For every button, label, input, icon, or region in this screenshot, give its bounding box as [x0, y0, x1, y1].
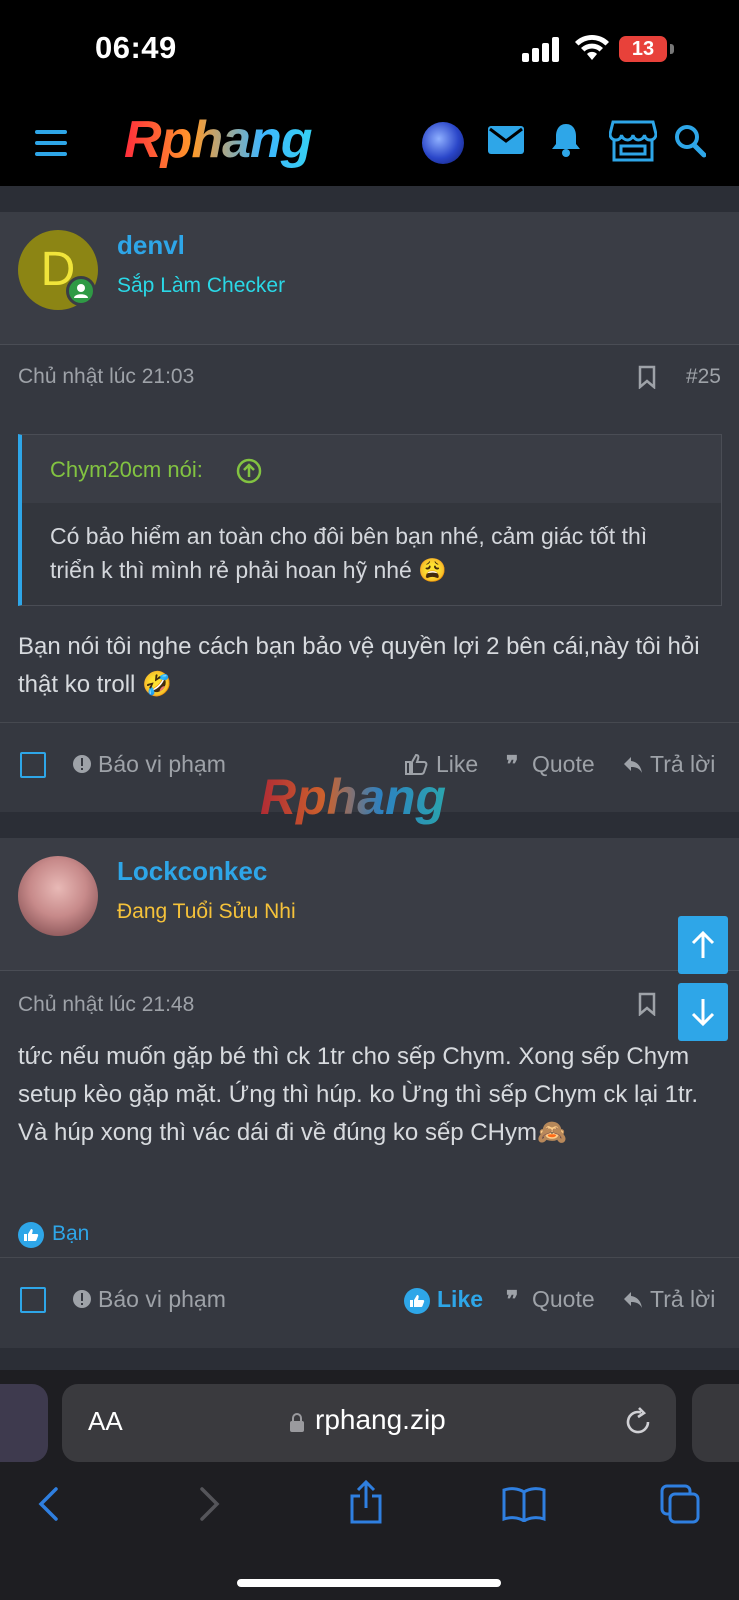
post-body: Bạn nói tôi nghe cách bạn bảo vệ quyền l… [18, 633, 700, 698]
previous-tab[interactable] [0, 1384, 48, 1462]
forward-icon[interactable] [196, 1486, 222, 1522]
reaction-users[interactable]: Bạn [52, 1222, 89, 1246]
quote-header: Chym20cm nói: [22, 435, 721, 503]
lock-icon [290, 1413, 304, 1432]
site-navbar: Rphang [0, 100, 739, 186]
post-header: Lockconkec Đang Tuổi Sửu Nhi [0, 838, 739, 971]
post-number[interactable]: #25 [686, 365, 721, 389]
thumbs-up-icon [18, 1222, 44, 1248]
select-checkbox[interactable] [20, 752, 46, 778]
user-title: Đang Tuổi Sửu Nhi [117, 900, 296, 923]
arrow-down-icon [691, 999, 715, 1027]
post-header: D denvl Sắp Làm Checker [0, 212, 739, 345]
battery-icon: 13 [619, 36, 667, 62]
alert-icon [73, 1290, 91, 1308]
mail-icon[interactable] [488, 126, 524, 154]
like-button[interactable]: Like [437, 1286, 483, 1313]
reply-button[interactable]: Trả lời [650, 751, 715, 778]
arrow-up-circle-icon[interactable] [236, 458, 262, 484]
online-status-icon [66, 276, 96, 306]
avatar[interactable] [18, 856, 98, 936]
user-title: Sắp Làm Checker [117, 274, 286, 297]
watermark-logo: Rphang [260, 769, 447, 825]
scroll-up-button[interactable] [678, 916, 728, 974]
bookmark-icon[interactable] [638, 365, 656, 389]
wifi-icon [575, 34, 609, 60]
reply-icon [624, 1292, 642, 1308]
post-body: tức nếu muốn gặp bé thì ck 1tr cho sếp C… [18, 1043, 699, 1146]
quote-text: Có bảo hiểm an toàn cho đôi bên bạn nhé,… [50, 523, 648, 583]
bookmark-icon[interactable] [638, 992, 656, 1016]
quote-button[interactable]: Quote [532, 751, 595, 778]
quote-icon: ❞ [506, 1286, 519, 1312]
url-text[interactable]: rphang.zip [315, 1404, 446, 1436]
text-size-button[interactable]: AA [88, 1406, 123, 1437]
quote-block: Chym20cm nói: Có bảo hiểm an toàn cho đô… [18, 434, 722, 606]
user-avatar[interactable] [422, 122, 464, 164]
search-icon[interactable] [674, 124, 706, 158]
report-button[interactable]: Báo vi phạm [98, 1286, 226, 1313]
arrow-up-icon [691, 930, 715, 958]
status-bar: 06:49 13 [0, 0, 739, 100]
alert-icon [73, 755, 91, 773]
browser-toolbar: AA rphang.zip [0, 1370, 739, 1600]
post-timestamp[interactable]: Chủ nhật lúc 21:03 [18, 365, 194, 389]
site-logo[interactable]: Rphang [124, 110, 354, 170]
back-icon[interactable] [36, 1486, 62, 1522]
battery-level: 13 [631, 38, 655, 60]
status-time: 06:49 [95, 30, 177, 65]
quote-author[interactable]: Chym20cm nói: [50, 457, 203, 483]
post-actions: Báo vi phạm Like ❞ Quote Trả lời [0, 1257, 739, 1344]
battery-cap [670, 44, 674, 54]
report-button[interactable]: Báo vi phạm [98, 751, 226, 778]
reload-icon[interactable] [622, 1406, 654, 1438]
tabs-icon[interactable] [660, 1484, 700, 1524]
store-icon[interactable] [609, 120, 657, 162]
home-indicator [237, 1579, 501, 1587]
menu-icon[interactable] [35, 130, 67, 156]
address-bar[interactable]: AA rphang.zip [62, 1384, 676, 1462]
reply-icon [624, 757, 642, 773]
share-icon[interactable] [348, 1480, 384, 1524]
reply-button[interactable]: Trả lời [650, 1286, 715, 1313]
quote-icon: ❞ [506, 751, 519, 777]
username[interactable]: Lockconkec [117, 856, 267, 887]
signal-icon [522, 36, 562, 62]
select-checkbox[interactable] [20, 1287, 46, 1313]
bell-icon[interactable] [550, 122, 582, 158]
bookmarks-icon[interactable] [502, 1486, 546, 1522]
scroll-down-button[interactable] [678, 983, 728, 1041]
post-timestamp[interactable]: Chủ nhật lúc 21:48 [18, 993, 194, 1017]
next-tab[interactable] [692, 1384, 739, 1462]
thumbs-up-icon[interactable] [404, 1288, 430, 1314]
quote-button[interactable]: Quote [532, 1286, 595, 1313]
username[interactable]: denvl [117, 230, 185, 261]
text-size-label: AA [88, 1406, 123, 1436]
